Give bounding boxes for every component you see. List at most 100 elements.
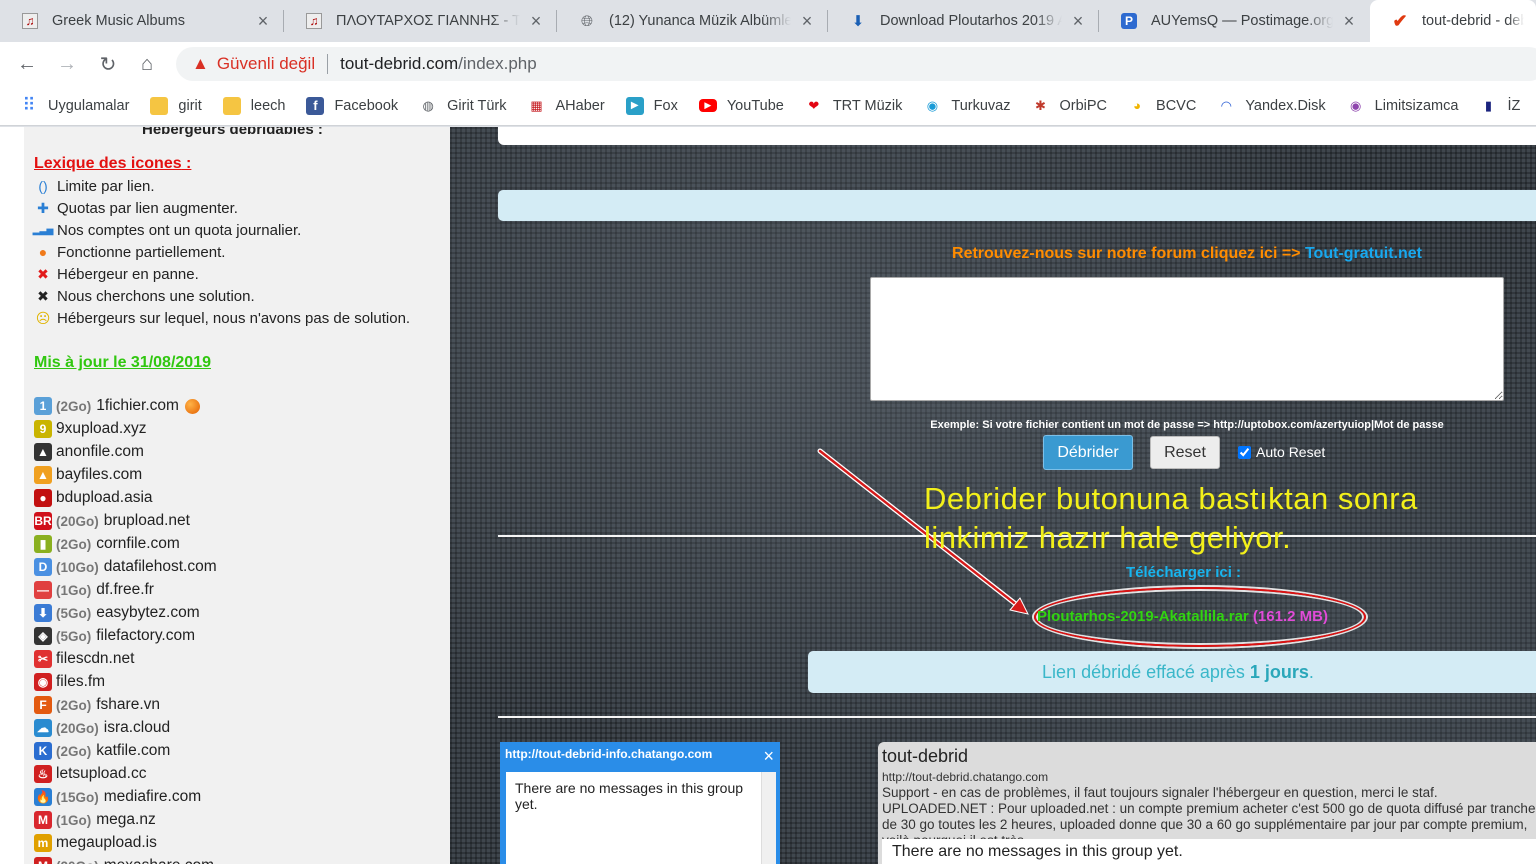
host-row[interactable]: F (2Go) fshare.vn: [34, 696, 160, 714]
host-name[interactable]: easybytez.com: [96, 604, 199, 622]
forward-arrow-icon[interactable]: →: [53, 50, 81, 78]
hosts-sidebar: Hébergeurs débridables : Lexique des ico…: [24, 127, 450, 864]
bookmark-leech[interactable]: leech: [222, 96, 285, 115]
bookmark-yandex-disk[interactable]: ◠ Yandex.Disk: [1217, 97, 1326, 115]
close-icon[interactable]: ×: [255, 11, 271, 32]
host-name[interactable]: filefactory.com: [96, 627, 195, 645]
host-row[interactable]: 1 (2Go) 1fichier.com: [34, 397, 200, 415]
host-name[interactable]: mexashare.com: [104, 857, 214, 864]
host-name[interactable]: df.free.fr: [96, 581, 154, 599]
close-icon[interactable]: ×: [763, 746, 774, 767]
host-name[interactable]: letsupload.cc: [56, 765, 146, 783]
forum-link[interactable]: Tout-gratuit.net: [1305, 245, 1422, 262]
host-row[interactable]: 🔥 (15Go) mediafire.com: [34, 788, 201, 806]
security-warning[interactable]: Güvenli değil: [217, 54, 315, 74]
host-row[interactable]: ▲ anonfile.com: [34, 443, 144, 461]
chat-scrollbar[interactable]: [761, 772, 776, 864]
host-name[interactable]: filescdn.net: [56, 650, 134, 668]
host-name[interactable]: 9xupload.xyz: [56, 420, 146, 438]
host-name[interactable]: megaupload.is: [56, 834, 157, 852]
tab-greek-music-albums[interactable]: ♫ Greek Music Albums ×: [0, 0, 283, 42]
host-row[interactable]: ☁ (20Go) isra.cloud: [34, 719, 170, 737]
debrider-button[interactable]: Débrider: [1043, 435, 1133, 470]
host-name[interactable]: isra.cloud: [104, 719, 170, 737]
bookmark-turkuvaz[interactable]: ◉ Turkuvaz: [923, 97, 1011, 115]
trt-icon: ❤: [808, 97, 820, 113]
host-row[interactable]: ⬇ (5Go) easybytez.com: [34, 604, 200, 622]
host-row[interactable]: ▮ (2Go) cornfile.com: [34, 535, 180, 553]
bookmark-bcvc[interactable]: ◕ BCVC: [1128, 97, 1196, 115]
back-arrow-icon[interactable]: ←: [13, 50, 41, 78]
update-date-link[interactable]: Mis à jour le 31/08/2019: [34, 354, 211, 372]
host-name[interactable]: bdupload.asia: [56, 489, 153, 507]
home-icon[interactable]: ⌂: [133, 50, 161, 78]
host-row[interactable]: K (2Go) katfile.com: [34, 742, 170, 760]
host-row[interactable]: D (10Go) datafilehost.com: [34, 558, 217, 576]
bookmark-limitsizamca[interactable]: ◉ Limitsizamca: [1347, 97, 1458, 115]
host-row[interactable]: ✂ filescdn.net: [34, 650, 134, 668]
host-name[interactable]: katfile.com: [96, 742, 170, 760]
bookmark-i-z[interactable]: ▮ İZ: [1479, 97, 1520, 115]
host-row[interactable]: m megaupload.is: [34, 834, 157, 852]
auto-reset-option[interactable]: Auto Reset: [1238, 444, 1325, 460]
host-row[interactable]: ◉ files.fm: [34, 673, 105, 691]
host-row[interactable]: M (1Go) mega.nz: [34, 811, 156, 829]
tab-postimage[interactable]: P AUYemsQ — Postimage.org ×: [1099, 0, 1369, 42]
file-name[interactable]: Ploutarhos-2019-Akatallila.rar: [1037, 608, 1249, 625]
chat-messages[interactable]: There are no messages in this group yet.: [882, 839, 1536, 864]
legend-item: ✖ Nous cherchons une solution.: [34, 287, 255, 305]
close-icon[interactable]: ×: [1341, 11, 1357, 32]
chat-messages[interactable]: There are no messages in this group yet.: [506, 772, 776, 864]
host-row[interactable]: ● bdupload.asia: [34, 489, 153, 507]
bookmark-fox[interactable]: ▶ Fox: [625, 96, 678, 115]
host-row[interactable]: ◈ (5Go) filefactory.com: [34, 627, 195, 645]
reload-icon[interactable]: ↻: [94, 50, 122, 78]
tab-yunanca-muzik[interactable]: 🌐︎ (12) Yunanca Müzik Albümle ×: [557, 0, 827, 42]
links-input[interactable]: [870, 277, 1504, 401]
tab-ploutarchos[interactable]: ♫ ΠΛΟΥΤΑΡΧΟΣ ΓΙΑΝΝΗΣ - ΤΡ ×: [284, 0, 556, 42]
close-icon[interactable]: ×: [1070, 11, 1086, 32]
close-icon[interactable]: ×: [528, 11, 544, 32]
bookmark-facebook[interactable]: f Facebook: [306, 96, 398, 115]
host-name[interactable]: files.fm: [56, 673, 105, 691]
host-row[interactable]: — (1Go) df.free.fr: [34, 581, 154, 599]
host-name[interactable]: fshare.vn: [96, 696, 160, 714]
bookmark-label: Fox: [653, 97, 678, 114]
reset-button[interactable]: Reset: [1150, 436, 1220, 469]
auto-reset-checkbox[interactable]: [1238, 445, 1251, 459]
bookmark-uygulamalar[interactable]: ⠿ Uygulamalar: [20, 95, 129, 115]
bookmark-orbipc[interactable]: ✱ OrbiPC: [1031, 97, 1107, 115]
host-name[interactable]: cornfile.com: [96, 535, 180, 553]
download-link[interactable]: Ploutarhos-2019-Akatallila.rar (161.2 MB…: [1037, 608, 1328, 625]
host-name[interactable]: anonfile.com: [56, 443, 144, 461]
host-row[interactable]: BR (20Go) brupload.net: [34, 512, 190, 530]
bookmark-label: AHaber: [555, 97, 605, 114]
host-row[interactable]: ♨ letsupload.cc: [34, 765, 146, 783]
chatango-widget-info[interactable]: http://tout-debrid-info.chatango.com × T…: [500, 742, 780, 864]
host-name[interactable]: mediafire.com: [104, 788, 201, 806]
chat-title[interactable]: http://tout-debrid-info.chatango.com: [505, 747, 712, 761]
bookmark-girit[interactable]: girit: [150, 96, 202, 115]
host-row[interactable]: 9 9xupload.xyz: [34, 420, 146, 438]
bookmark-youtube[interactable]: ▶ YouTube: [698, 98, 784, 114]
host-row[interactable]: M (20Go) mexashare.com: [34, 857, 214, 864]
host-name[interactable]: bayfiles.com: [56, 466, 142, 484]
legend-text: Hébergeurs sur lequel, nous n'avons pas …: [57, 309, 411, 327]
host-logo-icon: ☁: [34, 719, 52, 737]
tab-download-ploutarhos[interactable]: ⬇ Download Ploutarhos 2019 A ×: [828, 0, 1098, 42]
bookmark-girit-t-rk[interactable]: ◍ Girit Türk: [419, 97, 506, 115]
host-name[interactable]: mega.nz: [96, 811, 155, 829]
chat-url[interactable]: http://tout-debrid.chatango.com: [882, 770, 1048, 784]
host-quota: (2Go): [56, 743, 92, 759]
host-name[interactable]: brupload.net: [104, 512, 190, 530]
warning-triangle-icon[interactable]: ▲: [192, 54, 209, 74]
bookmark-trt-m-zik[interactable]: ❤ TRT Müzik: [805, 97, 902, 115]
chatango-widget-main[interactable]: tout-debrid http://tout-debrid.chatango.…: [878, 742, 1536, 864]
host-name[interactable]: 1fichier.com: [96, 397, 179, 415]
host-name[interactable]: datafilehost.com: [104, 558, 217, 576]
tab-tout-debrid[interactable]: ✔ tout-debrid - debr: [1370, 0, 1536, 42]
close-icon[interactable]: ×: [799, 11, 815, 32]
bookmark-ahaber[interactable]: ▦ AHaber: [528, 97, 605, 115]
address-bar[interactable]: ▲ Güvenli değil tout-debrid.com/index.ph…: [176, 47, 1536, 81]
host-row[interactable]: ▲ bayfiles.com: [34, 466, 142, 484]
